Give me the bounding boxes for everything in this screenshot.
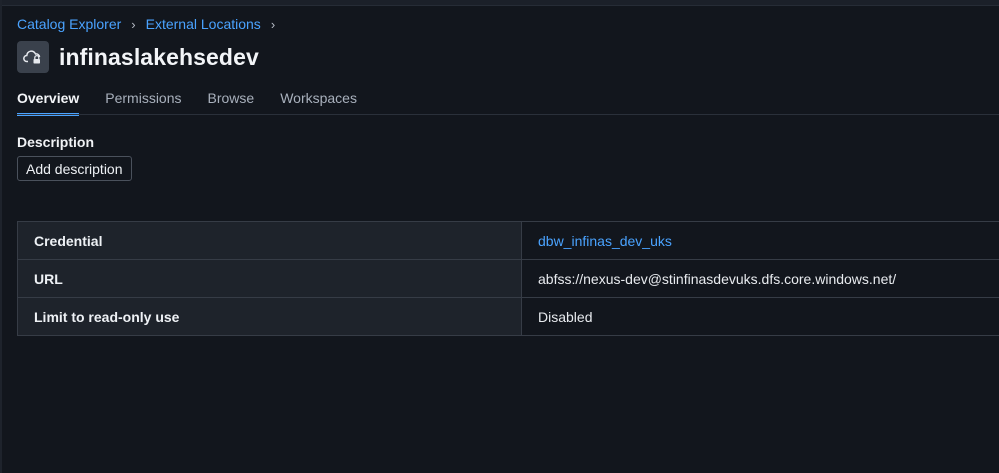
property-value-credential: dbw_infinas_dev_uks: [521, 221, 999, 260]
property-key-url: URL: [17, 259, 522, 298]
breadcrumb-catalog-explorer[interactable]: Catalog Explorer: [17, 16, 121, 32]
table-row: Limit to read-only use Disabled: [17, 297, 999, 336]
tab-overview[interactable]: Overview: [17, 90, 80, 116]
table-row: Credential dbw_infinas_dev_uks: [17, 221, 999, 260]
tab-bar: Overview Permissions Browse Workspaces: [17, 90, 383, 116]
breadcrumb: Catalog Explorer › External Locations ›: [17, 16, 285, 32]
tabs-divider: [17, 114, 999, 115]
properties-table: Credential dbw_infinas_dev_uks URL abfss…: [17, 221, 999, 336]
left-border: [0, 0, 2, 473]
property-value-read-only: Disabled: [521, 297, 999, 336]
add-description-button[interactable]: Add description: [17, 156, 132, 181]
property-value-url: abfss://nexus-dev@stinfinasdevuks.dfs.co…: [521, 259, 999, 298]
tab-workspaces[interactable]: Workspaces: [280, 90, 357, 116]
cloud-lock-icon: [17, 41, 49, 73]
description-label: Description: [17, 134, 95, 150]
tab-browse[interactable]: Browse: [208, 90, 255, 116]
property-key-read-only: Limit to read-only use: [17, 297, 522, 336]
breadcrumb-external-locations[interactable]: External Locations: [146, 16, 261, 32]
page-header: infinaslakehsedev: [17, 41, 259, 73]
page-title: infinaslakehsedev: [59, 43, 259, 70]
external-location-page: Catalog Explorer › External Locations › …: [17, 0, 999, 473]
breadcrumb-separator-icon: ›: [270, 16, 276, 32]
credential-link[interactable]: dbw_infinas_dev_uks: [538, 233, 672, 249]
tab-permissions[interactable]: Permissions: [105, 90, 181, 116]
breadcrumb-separator-icon: ›: [131, 16, 136, 32]
table-row: URL abfss://nexus-dev@stinfinasdevuks.df…: [17, 259, 999, 298]
property-key-credential: Credential: [17, 221, 522, 260]
